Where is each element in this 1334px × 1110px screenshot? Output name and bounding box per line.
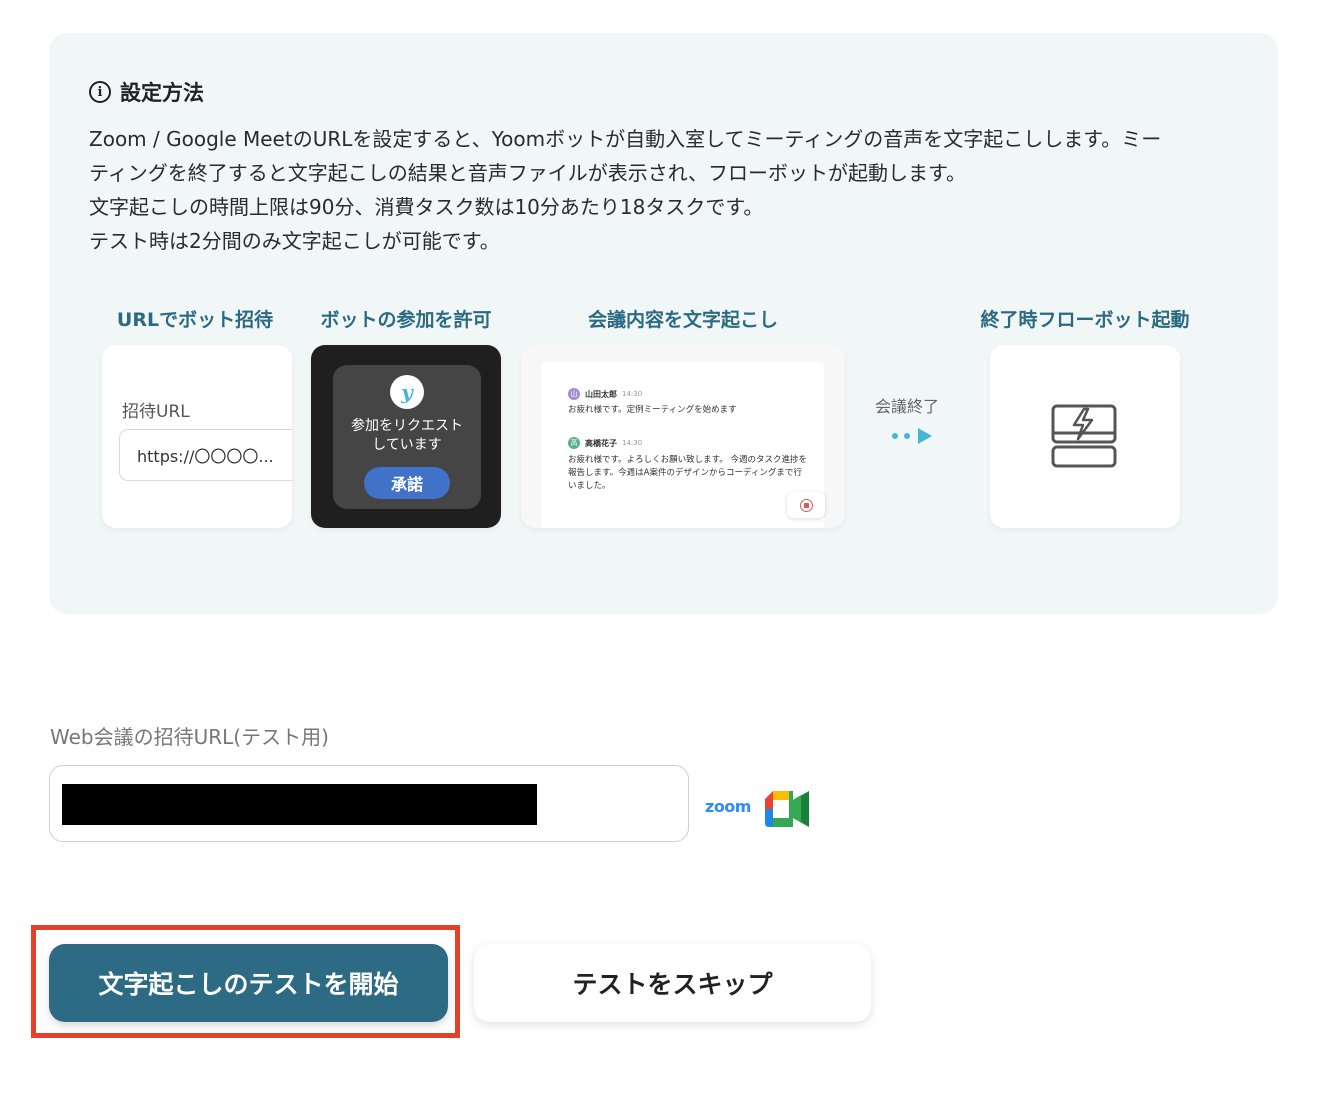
redacted-url-value: [62, 784, 537, 825]
speaker-time: 14:30: [622, 439, 643, 447]
permit-card: y 参加をリクエスト しています 承諾: [311, 345, 501, 528]
invite-card: 招待URL https://〇〇〇〇...: [102, 345, 292, 528]
speaker-header: 山 山田太郎 14:30: [568, 388, 642, 400]
zoom-logo-icon: zoom: [705, 797, 751, 816]
setup-info-panel: i 設定方法 Zoom / Google MeetのURLを設定すると、Yoom…: [49, 33, 1278, 614]
step-label-transcribe: 会議内容を文字起こし: [587, 309, 779, 331]
yoom-logo-icon: y: [390, 375, 424, 409]
join-request-dialog: y 参加をリクエスト しています 承諾: [333, 365, 481, 509]
utterance-text: お疲れ様です。定例ミーティングを始めます: [568, 405, 737, 415]
avatar: 山: [568, 388, 580, 400]
setup-title: 設定方法: [120, 81, 204, 105]
accept-button: 承諾: [364, 467, 450, 499]
setup-line: Zoom / Google MeetのURLを設定すると、Yoomボットが自動入…: [89, 127, 1162, 151]
skip-test-button[interactable]: テストをスキップ: [474, 944, 871, 1022]
setup-line: ティングを終了すると文字起こしの結果と音声ファイルが表示され、フローボットが起動…: [89, 161, 966, 185]
google-meet-logo-icon: [765, 791, 809, 827]
speaker-name: 山田太郎: [585, 389, 617, 399]
setup-heading: i 設定方法: [89, 77, 204, 107]
step-label-permit: ボットの参加を許可: [320, 309, 492, 331]
join-request-message: 参加をリクエスト しています: [351, 418, 463, 453]
setup-description: Zoom / Google MeetのURLを設定すると、Yoomボットが自動入…: [89, 122, 1249, 258]
start-transcription-test-button[interactable]: 文字起こしのテストを開始: [49, 944, 448, 1022]
invite-url-label: 招待URL: [122, 402, 190, 422]
setup-line: テスト時は2分間のみ文字起こしが可能です。: [89, 229, 500, 253]
transcript-card: 山 山田太郎 14:30 お疲れ様です。定例ミーティングを始めます 高 高橋花子…: [521, 345, 845, 528]
invite-url-field: https://〇〇〇〇...: [119, 429, 292, 481]
avatar: 高: [568, 437, 580, 449]
utterance-text: お疲れ様です。よろしくお願い致します。 今週のタスク進捗を報告します。今週はA案…: [568, 455, 808, 491]
flowbot-lightning-icon: [1051, 404, 1117, 468]
info-icon: i: [89, 81, 111, 103]
flowbot-card: [990, 345, 1180, 528]
speaker-time: 14:30: [622, 390, 643, 398]
meeting-url-label: Web会議の招待URL(テスト用): [50, 725, 329, 749]
speaker-name: 高橋花子: [585, 438, 617, 448]
record-stop-icon: [787, 492, 825, 518]
step-label-flowbot: 終了時フローボット起動: [980, 309, 1190, 331]
arrow-right-icon: [892, 428, 932, 444]
step-label-invite: URLでボット招待: [116, 309, 274, 331]
transcript-preview: 山 山田太郎 14:30 お疲れ様です。定例ミーティングを始めます 高 高橋花子…: [541, 362, 824, 528]
speaker-header: 高 高橋花子 14:30: [568, 437, 642, 449]
setup-line: 文字起こしの時間上限は90分、消費タスク数は10分あたり18タスクです。: [89, 195, 764, 219]
meeting-end-label: 会議終了: [875, 397, 940, 416]
